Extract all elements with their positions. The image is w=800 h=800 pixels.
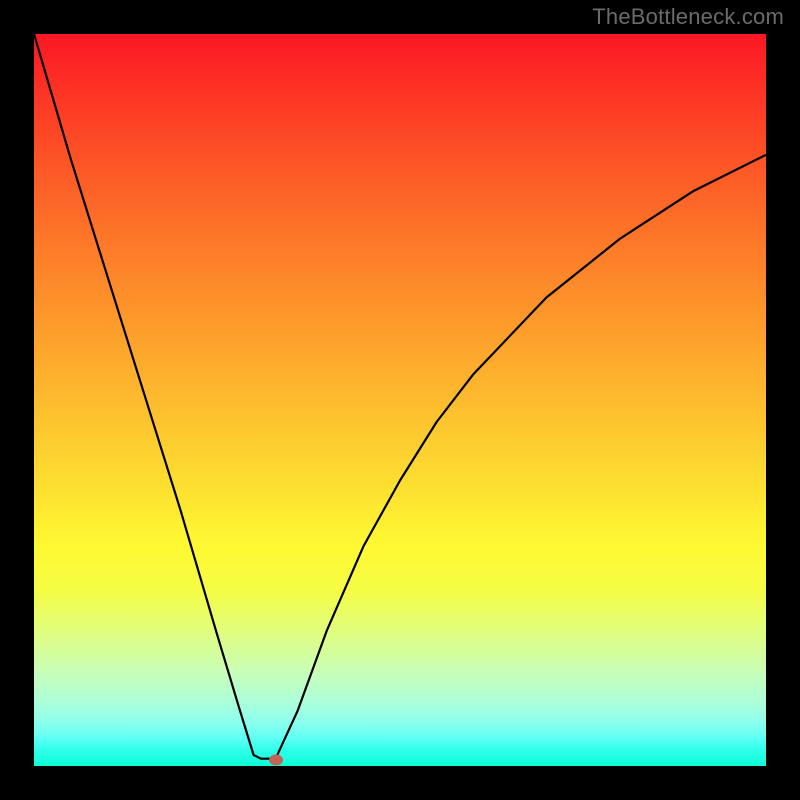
- chart-frame: TheBottleneck.com: [0, 0, 800, 800]
- curve-svg: [34, 34, 766, 766]
- bottleneck-curve-path: [34, 34, 766, 759]
- plot-area: [34, 34, 766, 766]
- watermark-text: TheBottleneck.com: [592, 4, 784, 30]
